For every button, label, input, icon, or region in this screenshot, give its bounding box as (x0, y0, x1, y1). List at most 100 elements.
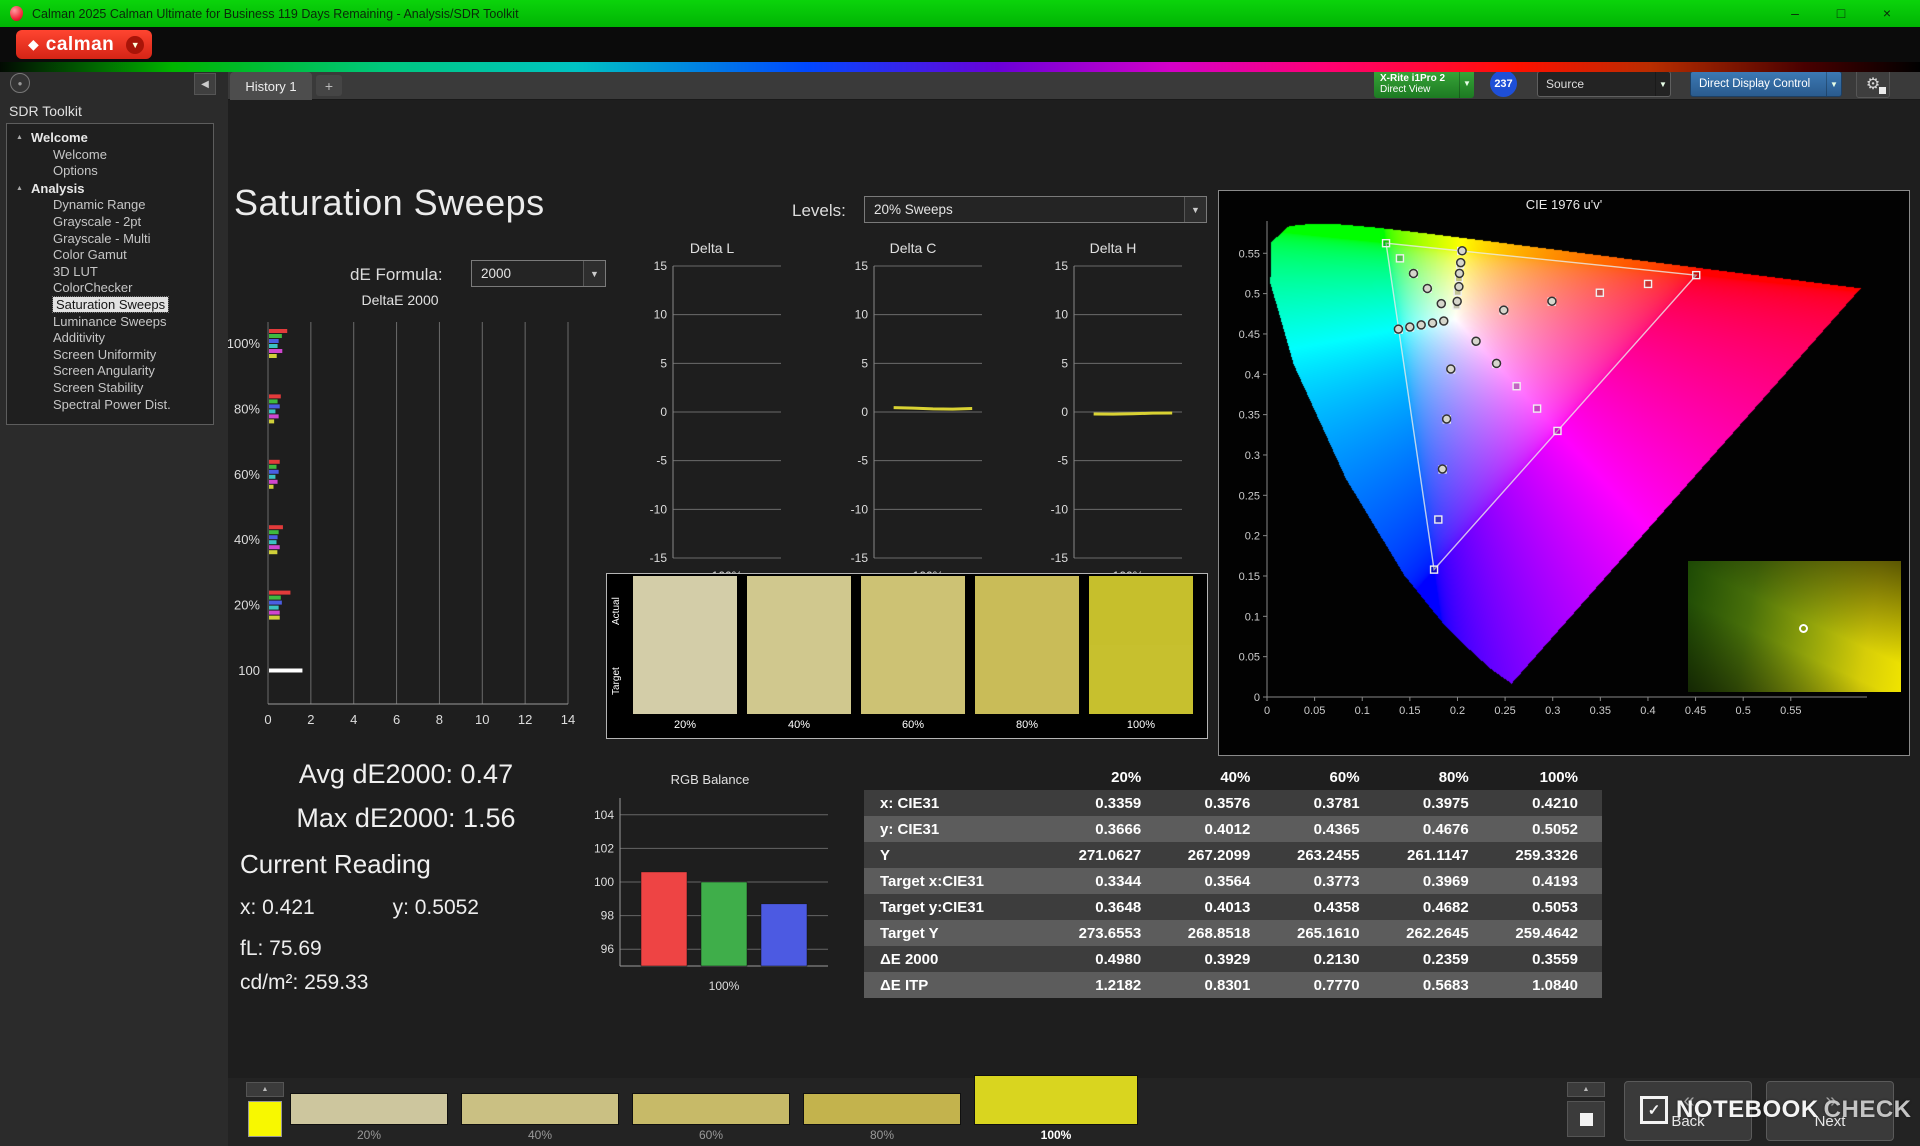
svg-text:-10: -10 (650, 502, 668, 516)
maximize-button[interactable]: □ (1818, 0, 1864, 27)
table-cell: 0.3648 (1056, 894, 1165, 920)
expander-icon[interactable]: ▲ (16, 129, 23, 147)
pattern-window-up-button[interactable]: ▲ (1567, 1082, 1605, 1097)
pattern-swatch-80[interactable]: 80% (803, 1093, 961, 1144)
settings-button[interactable]: ⚙ (1856, 69, 1890, 98)
actual-swatch (861, 576, 965, 645)
table-cell: 0.4682 (1384, 894, 1493, 920)
delta-h-title: Delta H (1038, 240, 1188, 256)
tree-group-analysis[interactable]: ▲Analysis (7, 180, 213, 198)
sidebar-item-screen-uniformity[interactable]: Screen Uniformity (7, 347, 213, 364)
sidebar-item-screen-angularity[interactable]: Screen Angularity (7, 363, 213, 380)
level-header: 20% (1056, 764, 1165, 790)
patch-level-label: 80% (975, 714, 1079, 736)
target-point (1431, 566, 1438, 573)
svg-text:0.4: 0.4 (1245, 369, 1260, 381)
add-tab-button[interactable]: + (316, 75, 342, 96)
svg-text:100: 100 (238, 663, 260, 678)
sidebar-item-spectral-power-dist[interactable]: Spectral Power Dist. (7, 397, 213, 414)
sidebar-item-screen-stability[interactable]: Screen Stability (7, 380, 213, 397)
meter-caret-icon[interactable]: ▼ (1459, 69, 1474, 98)
calman-logo-menu[interactable]: ◆ calman ▼ (16, 30, 152, 59)
logo-caret-icon[interactable]: ▼ (126, 36, 144, 54)
table-cell: 262.2645 (1384, 920, 1493, 946)
window-title: Calman 2025 Calman Ultimate for Business… (32, 7, 519, 21)
sidebar-item-luminance-sweeps[interactable]: Luminance Sweeps (7, 314, 213, 331)
sidebar-item-colorchecker[interactable]: ColorChecker (7, 280, 213, 297)
pattern-up-button[interactable]: ▲ (246, 1082, 284, 1097)
minimize-button[interactable]: – (1772, 0, 1818, 27)
measured-point (1458, 247, 1466, 255)
svg-text:10: 10 (654, 308, 668, 322)
sidebar-item-options[interactable]: Options (7, 163, 213, 180)
actual-target-swatch-strip: Actual Target 20%40%60%80%100% (606, 573, 1208, 739)
pattern-bar: ▲ 20% 40% 60% 80% 100% ▲ ‹‹ Back ›› Next (228, 1078, 1920, 1146)
cie-1976-panel: CIE 1976 u'v' 00.050.10.150.20.250.30.35… (1218, 190, 1910, 756)
swatch-color (974, 1075, 1138, 1125)
levels-caret-icon[interactable]: ▼ (1184, 197, 1206, 222)
sidebar-item-dynamic-range[interactable]: Dynamic Range (7, 197, 213, 214)
de-formula-select[interactable]: 2000 ▼ (471, 260, 606, 287)
sidebar-collapse-button[interactable]: ◀ (194, 73, 216, 95)
de-formula-caret-icon[interactable]: ▼ (583, 261, 605, 286)
target-swatch (633, 645, 737, 714)
close-button[interactable]: × (1864, 0, 1910, 27)
level-header: 40% (1165, 764, 1274, 790)
tree-group-welcome[interactable]: ▲ Welcome (7, 129, 213, 147)
current-x: x: 0.421 (240, 896, 315, 919)
measured-point (1417, 321, 1425, 329)
back-button[interactable]: ‹‹ Back (1624, 1081, 1752, 1141)
display-control-dropdown[interactable]: Direct Display Control ▼ (1690, 71, 1842, 97)
pattern-swatch-20[interactable]: 20% (290, 1093, 448, 1144)
pattern-swatch-40[interactable]: 40% (461, 1093, 619, 1144)
table-cell: 259.3326 (1493, 842, 1602, 868)
pattern-window-button[interactable] (1567, 1101, 1605, 1137)
svg-text:0.15: 0.15 (1399, 705, 1420, 717)
svg-text:-5: -5 (656, 454, 667, 468)
meter-dropdown[interactable]: X-Rite i1Pro 2 Direct View ▼ (1374, 69, 1474, 98)
sidebar-item-3d-lut[interactable]: 3D LUT (7, 264, 213, 281)
sidebar-item-additivity[interactable]: Additivity (7, 330, 213, 347)
tree-group-label: Welcome (31, 130, 88, 145)
display-control-caret-icon[interactable]: ▼ (1826, 72, 1841, 96)
de2000-chart-title: DeltaE 2000 (210, 292, 590, 308)
de-bar (269, 540, 277, 544)
de-bar (269, 616, 280, 620)
svg-text:0.2: 0.2 (1245, 531, 1260, 543)
avg-de2000: Avg dE2000: 0.47 (236, 752, 576, 796)
levels-label: Levels: (792, 201, 846, 221)
sidebar-item-grayscale-multi[interactable]: Grayscale - Multi (7, 231, 213, 248)
target-point (1596, 289, 1603, 296)
calman-gem-icon: ◆ (28, 36, 39, 53)
pattern-swatch-60[interactable]: 60% (632, 1093, 790, 1144)
de-formula-label: dE Formula: (350, 265, 443, 285)
expander-icon[interactable]: ▲ (16, 180, 23, 198)
sidebar-item-saturation-sweeps[interactable]: Saturation Sweeps (7, 297, 213, 314)
svg-text:100%: 100% (227, 336, 261, 351)
row-label: Y (864, 842, 1056, 868)
levels-select[interactable]: 20% Sweeps ▼ (864, 196, 1207, 223)
source-dropdown[interactable]: Source ▼ (1537, 71, 1671, 97)
sidebar-item-color-gamut[interactable]: Color Gamut (7, 247, 213, 264)
current-pattern-chip[interactable] (248, 1101, 282, 1137)
level-header: 100% (1493, 764, 1602, 790)
calman-application-window: Calman 2025 Calman Ultimate for Business… (0, 0, 1920, 1146)
workflow-title: SDR Toolkit (9, 103, 82, 119)
sidebar-item-welcome[interactable]: Welcome (7, 147, 213, 164)
swatch-color (803, 1093, 961, 1125)
current-cdm2: cd/m²: 259.33 (240, 971, 368, 995)
sidebar-pin-button[interactable]: ● (10, 73, 30, 93)
svg-text:-10: -10 (1051, 502, 1069, 516)
tab-history-1[interactable]: History 1 (230, 72, 312, 100)
next-button[interactable]: ›› Next (1766, 1081, 1894, 1141)
pattern-swatch-100[interactable]: 100% (974, 1075, 1138, 1144)
sidebar-item-grayscale-2pt[interactable]: Grayscale - 2pt (7, 214, 213, 231)
rgb-bar-red (641, 872, 687, 966)
source-caret-icon[interactable]: ▼ (1655, 72, 1670, 96)
meter-count-badge: 237 (1490, 70, 1517, 97)
de-bar (269, 545, 280, 549)
table-row-target-y: Target Y273.6553268.8518265.1610262.2645… (864, 920, 1602, 946)
svg-text:-15: -15 (650, 551, 668, 565)
measured-point (1493, 359, 1501, 367)
svg-text:0: 0 (660, 405, 667, 419)
